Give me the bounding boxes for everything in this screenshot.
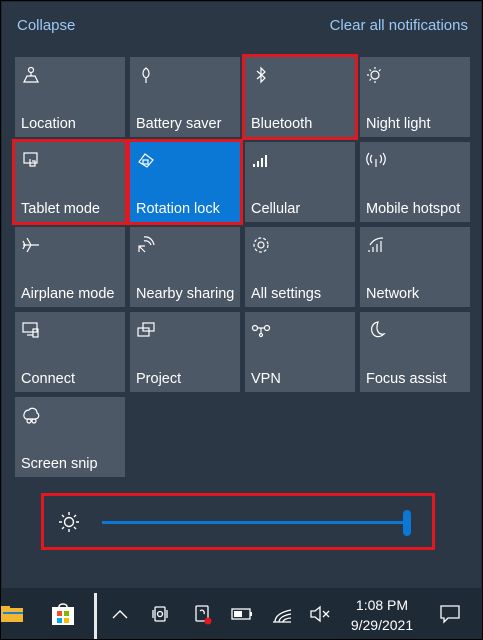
network-icon — [366, 235, 386, 255]
tile-nearby-sharing[interactable]: Nearby sharing — [130, 227, 240, 307]
tile-label: Focus assist — [366, 371, 447, 387]
action-center-window: Collapse Clear all notifications Locatio… — [0, 0, 483, 640]
nearby-sharing-icon — [136, 235, 156, 255]
night-light-icon — [366, 65, 386, 85]
clear-all-notifications-link[interactable]: Clear all notifications — [330, 17, 468, 34]
collapse-link[interactable]: Collapse — [17, 17, 75, 34]
tile-airplane-mode[interactable]: Airplane mode — [15, 227, 125, 307]
tile-label: Cellular — [251, 201, 301, 217]
tile-label: Airplane mode — [21, 286, 115, 302]
clock-time: 1:08 PM — [355, 597, 409, 613]
tile-label: Location — [21, 116, 76, 132]
chevron-up-icon[interactable] — [107, 589, 133, 639]
tile-label: All settings — [251, 286, 322, 302]
tile-connect[interactable]: Connect — [15, 312, 125, 392]
tile-project[interactable]: Project — [130, 312, 240, 392]
rotation-icon[interactable] — [187, 589, 217, 639]
battery-saver-icon — [136, 65, 156, 85]
tablet-mode-icon — [21, 150, 41, 170]
tile-label: Tablet mode — [21, 201, 100, 217]
action-center-panel: Collapse Clear all notifications Locatio… — [2, 2, 481, 588]
file-explorer-icon[interactable] — [1, 589, 27, 639]
taskbar-divider — [94, 593, 97, 639]
vpn-icon — [251, 320, 271, 340]
tile-label: Nearby sharing — [136, 286, 235, 302]
tile-label: Mobile hotspot — [366, 201, 461, 217]
tile-label: Rotation lock — [136, 201, 220, 217]
airplane-icon — [21, 235, 41, 255]
cellular-icon — [251, 150, 271, 170]
store-icon[interactable] — [46, 589, 80, 639]
brightness-slider-fill — [102, 521, 407, 524]
battery-icon[interactable] — [227, 589, 257, 639]
brightness-sun-icon — [58, 511, 80, 533]
screen-snip-icon — [21, 405, 41, 425]
tile-label: Night light — [366, 116, 431, 132]
brightness-control — [41, 493, 435, 550]
tile-screen-snip[interactable]: Screen snip — [15, 397, 125, 477]
tile-battery-saver[interactable]: Battery saver — [130, 57, 240, 137]
tile-all-settings[interactable]: All settings — [245, 227, 355, 307]
tile-night-light[interactable]: Night light — [360, 57, 470, 137]
tile-focus-assist[interactable]: Focus assist — [360, 312, 470, 392]
brightness-slider-thumb[interactable] — [403, 510, 411, 536]
tile-bluetooth[interactable]: Bluetooth — [242, 54, 358, 140]
bluetooth-icon — [251, 65, 271, 85]
taskbar-clock[interactable]: 1:08 PM 9/29/2021 — [344, 595, 420, 635]
tile-label: Battery saver — [136, 116, 222, 132]
notification-icon[interactable] — [428, 589, 472, 639]
rotation-lock-icon — [136, 150, 156, 170]
camera-icon[interactable] — [145, 589, 175, 639]
connect-icon — [21, 320, 41, 340]
tile-location[interactable]: Location — [15, 57, 125, 137]
tile-vpn[interactable]: VPN — [245, 312, 355, 392]
taskbar: 1:08 PM 9/29/2021 — [1, 589, 482, 639]
tile-tablet-mode[interactable]: Tablet mode — [12, 139, 128, 225]
moon-icon — [366, 320, 386, 340]
tile-label: Network — [366, 286, 420, 302]
gear-icon — [251, 235, 271, 255]
brightness-slider[interactable] — [102, 510, 411, 536]
project-icon — [136, 320, 156, 340]
tile-rotation-lock[interactable]: Rotation lock — [127, 139, 243, 225]
tile-label: VPN — [251, 371, 281, 387]
speaker-muted-icon[interactable] — [305, 589, 335, 639]
tile-mobile-hotspot[interactable]: Mobile hotspot — [360, 142, 470, 222]
tile-label: Bluetooth — [251, 116, 313, 132]
tile-label: Project — [136, 371, 182, 387]
wifi-icon[interactable] — [267, 589, 297, 639]
tile-cellular[interactable]: Cellular — [245, 142, 355, 222]
mobile-hotspot-icon — [366, 150, 386, 170]
location-icon — [21, 65, 41, 85]
tile-label: Screen snip — [21, 456, 98, 472]
clock-date: 9/29/2021 — [350, 617, 414, 633]
tile-label: Connect — [21, 371, 76, 387]
tile-network[interactable]: Network — [360, 227, 470, 307]
